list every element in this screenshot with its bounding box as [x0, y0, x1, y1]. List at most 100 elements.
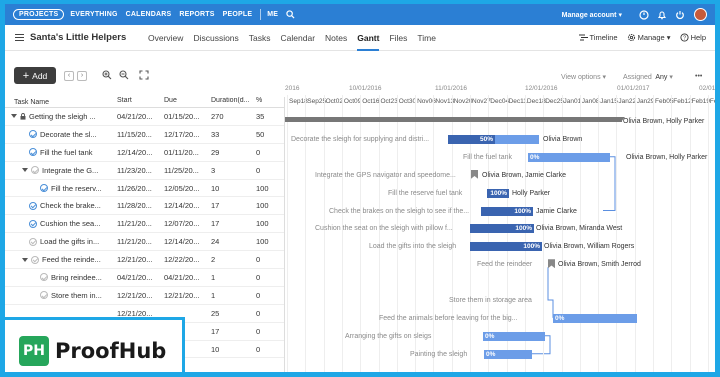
- task-name: Store them in...: [51, 290, 102, 300]
- task-start: 11/21/20...: [117, 219, 152, 229]
- task-name-cell[interactable]: Fill the fuel tank: [5, 148, 117, 157]
- nav-reports[interactable]: REPORTS: [179, 11, 214, 18]
- timeline-button[interactable]: Timeline: [578, 33, 618, 42]
- gantt-task-label: Cushion the seat on the sleigh with pill…: [315, 225, 453, 233]
- power-icon[interactable]: [674, 9, 686, 21]
- timeline-week: Jan29: [636, 98, 655, 105]
- col-duration[interactable]: Duration(d...: [211, 97, 256, 107]
- task-due: 12/21/20...: [164, 290, 200, 300]
- task-percent: 0: [256, 326, 261, 336]
- task-name-cell[interactable]: Fill the reserv...: [5, 184, 117, 193]
- nav-me[interactable]: ME: [267, 11, 278, 18]
- gantt-task-label: Fill the fuel tank: [463, 153, 513, 161]
- task-name-cell[interactable]: Bring reindee...: [5, 273, 117, 282]
- gantt-assignee: Olivia Brown, Smith Jerrod: [558, 261, 641, 269]
- tab-files[interactable]: Files: [389, 25, 407, 51]
- task-name-cell[interactable]: Store them in...: [5, 291, 117, 300]
- user-avatar[interactable]: [694, 8, 707, 21]
- tab-time[interactable]: Time: [417, 25, 436, 51]
- table-row[interactable]: Getting the sleigh ... 04/21/20... 01/15/2…: [5, 108, 284, 126]
- timeline-gridline: [598, 95, 600, 372]
- bell-icon[interactable]: [656, 9, 668, 21]
- task-name: Fill the reserv...: [51, 183, 102, 193]
- task-name-cell[interactable]: Integrate the G...: [5, 166, 117, 175]
- task-checkbox-icon[interactable]: [29, 201, 37, 210]
- col-due[interactable]: Due: [164, 97, 211, 107]
- task-checkbox-icon[interactable]: [29, 130, 37, 139]
- top-navbar: PROJECTS EVERYTHING CALENDARS REPORTS PE…: [5, 4, 715, 25]
- task-checkbox-icon[interactable]: [40, 184, 48, 192]
- nav-projects[interactable]: PROJECTS: [13, 9, 65, 20]
- table-row[interactable]: Fill the fuel tank 12/14/20... 01/11/20...…: [5, 144, 284, 162]
- task-percent: 0: [256, 308, 261, 318]
- summary-bar: [285, 117, 622, 122]
- table-row[interactable]: Cushion the sea... 11/21/20... 12/07/20...…: [5, 215, 284, 234]
- assigned-filter[interactable]: Assigned Any ▾: [623, 73, 673, 81]
- table-row[interactable]: Store them in... 12/21/20... 12/21/20... 1 0: [5, 287, 284, 305]
- lock-icon: [20, 113, 26, 120]
- task-checkbox-icon[interactable]: [31, 166, 39, 175]
- task-checkbox-icon[interactable]: [40, 291, 48, 300]
- task-checkbox-icon[interactable]: [29, 237, 37, 246]
- nav-people[interactable]: PEOPLE: [223, 11, 253, 18]
- grid-header: Task Name Start Due Duration(d... %: [5, 97, 284, 108]
- manage-account-menu[interactable]: Manage account ▾: [562, 11, 622, 19]
- task-name: Decorate the sl...: [40, 129, 97, 139]
- tab-gantt[interactable]: Gantt: [357, 25, 380, 51]
- table-row[interactable]: Feed the reinde... 12/21/20... 12/22/20...…: [5, 251, 284, 270]
- assigned-value: Any: [655, 74, 668, 81]
- col-start[interactable]: Start: [117, 97, 164, 107]
- task-name-cell[interactable]: Load the gifts in...: [5, 237, 117, 246]
- manage-button[interactable]: Manage ▾: [627, 33, 671, 42]
- tab-overview[interactable]: Overview: [148, 25, 183, 51]
- task-percent: 100: [256, 201, 269, 211]
- tab-notes[interactable]: Notes: [325, 25, 347, 51]
- timeline-label: Timeline: [589, 33, 618, 42]
- table-row[interactable]: Fill the reserv... 11/26/20... 12/05/20...…: [5, 180, 284, 198]
- view-options-menu[interactable]: View options ▾: [561, 73, 606, 81]
- task-name: Feed the reinde...: [42, 255, 101, 265]
- project-title: Santa's Little Helpers: [30, 32, 127, 43]
- fullscreen-icon[interactable]: [139, 70, 149, 80]
- col-percent[interactable]: %: [256, 97, 281, 107]
- gantt-bar-remaining: 0%: [553, 313, 637, 323]
- add-button[interactable]: + Add: [14, 67, 56, 84]
- tab-tasks[interactable]: Tasks: [249, 25, 271, 51]
- task-duration: 17: [211, 326, 220, 336]
- task-due: 12/14/20...: [164, 237, 200, 247]
- table-row[interactable]: Check the brake... 11/28/20... 12/14/20...…: [5, 197, 284, 216]
- help-button[interactable]: ? Help: [680, 33, 706, 42]
- tab-discussions[interactable]: Discussions: [193, 25, 238, 51]
- task-checkbox-icon[interactable]: [29, 148, 37, 157]
- task-checkbox-icon[interactable]: [31, 255, 39, 264]
- nav-calendars[interactable]: CALENDARS: [126, 11, 172, 18]
- timeline-week: Jan01: [563, 98, 582, 105]
- task-name-cell[interactable]: Feed the reinde...: [5, 255, 117, 264]
- table-row[interactable]: Integrate the G... 11/23/20... 11/25/20...…: [5, 162, 284, 180]
- expand-icon[interactable]: [11, 114, 17, 119]
- prev-button[interactable]: ‹: [64, 71, 74, 81]
- task-due: 12/17/20...: [164, 129, 200, 139]
- timer-icon[interactable]: [638, 9, 650, 21]
- table-row[interactable]: Load the gifts in... 11/21/20... 12/14/20.…: [5, 233, 284, 252]
- task-checkbox-icon[interactable]: [40, 273, 48, 282]
- nav-everything[interactable]: EVERYTHING: [70, 11, 117, 18]
- task-checkbox-icon[interactable]: [29, 219, 37, 228]
- next-button[interactable]: ›: [77, 71, 87, 81]
- table-row[interactable]: Bring reindee... 04/21/20... 04/21/20... 1 0: [5, 269, 284, 287]
- task-name-cell[interactable]: Check the brake...: [5, 201, 117, 210]
- task-name-cell[interactable]: Cushion the sea...: [5, 219, 117, 228]
- tab-calendar[interactable]: Calendar: [281, 25, 316, 51]
- expand-icon[interactable]: [22, 257, 28, 262]
- zoom-in-icon[interactable]: [102, 70, 112, 80]
- zoom-out-icon[interactable]: [119, 70, 129, 80]
- menu-icon[interactable]: [15, 32, 24, 43]
- search-icon[interactable]: [286, 10, 295, 19]
- expand-icon[interactable]: [22, 168, 28, 173]
- table-row[interactable]: Decorate the sl... 11/15/20... 12/17/20...…: [5, 126, 284, 144]
- timeline-week: Oct02: [325, 98, 343, 105]
- task-name-cell[interactable]: Decorate the sl...: [5, 130, 117, 139]
- task-name-cell[interactable]: Getting the sleigh ...: [5, 112, 117, 121]
- col-task-name[interactable]: Task Name: [5, 97, 117, 107]
- more-options-button[interactable]: •••: [695, 73, 702, 80]
